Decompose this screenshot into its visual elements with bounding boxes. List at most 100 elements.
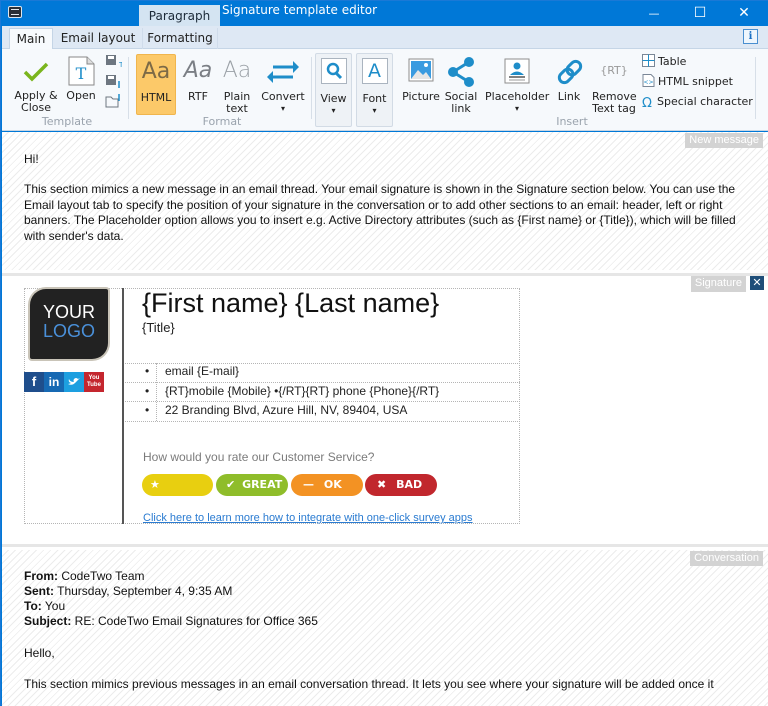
- chevron-down-icon: ▾: [280, 104, 285, 113]
- conversation-from: From: CodeTwo Team: [24, 569, 145, 583]
- chevron-down-icon: ▾: [514, 104, 519, 113]
- tab-main[interactable]: Main: [9, 28, 53, 50]
- conversation-section: Conversation From: CodeTwo Team Sent: Th…: [2, 550, 768, 706]
- close-icon: ✕: [738, 5, 750, 21]
- window-title: Signature template editor: [222, 3, 378, 17]
- contact-row: • email {E-mail}: [145, 364, 240, 378]
- conversation-sent: Sent: Thursday, September 4, 9:35 AM: [24, 584, 233, 598]
- close-button[interactable]: ✕: [721, 1, 767, 26]
- youtube-icon[interactable]: You Tube: [84, 372, 104, 392]
- checkmark-icon: [20, 55, 52, 87]
- picture-icon: [405, 56, 437, 88]
- group-label-template: Template: [41, 115, 93, 128]
- chevron-down-icon: ▾: [372, 106, 377, 115]
- x-icon: ✖: [377, 478, 387, 491]
- social-link-button[interactable]: Social link: [443, 56, 479, 115]
- rating-bad-button[interactable]: ✖ BAD: [365, 474, 437, 496]
- maximize-icon: ☐: [693, 5, 707, 21]
- dash-icon: —: [303, 478, 314, 491]
- section-tag-signature: Signature: [690, 276, 746, 292]
- svg-text:T: T: [76, 64, 87, 83]
- separator: [311, 57, 312, 119]
- section-tag-conversation: Conversation: [690, 551, 763, 566]
- share-icon: [445, 56, 477, 88]
- svg-text:T: T: [118, 61, 122, 69]
- minimize-icon: —: [648, 7, 660, 20]
- view-dropdown[interactable]: View ▾: [315, 53, 352, 127]
- separator: [755, 57, 756, 119]
- rating-superb-button[interactable]: ★ SUPERB: [142, 474, 213, 513]
- ribbon: Apply & Close T Open T Template Aa HTML …: [2, 49, 768, 131]
- editor-window: Paragraph Signature template editor — ☐ …: [0, 0, 768, 706]
- survey-apps-link[interactable]: Click here to learn more how to integrat…: [143, 512, 473, 524]
- conversation-greeting: Hello,: [24, 646, 55, 660]
- tab-email-layout[interactable]: Email layout: [59, 28, 137, 50]
- convert-dropdown[interactable]: Convert ▾: [260, 56, 306, 115]
- facebook-icon[interactable]: f: [24, 372, 44, 392]
- contact-row: • {RT}mobile {Mobile} •{/RT}{RT} phone {…: [145, 384, 440, 398]
- font-letter-icon: A: [361, 58, 388, 84]
- group-label-format: Format: [202, 115, 242, 128]
- signature-name: {First name} {Last name}: [142, 288, 440, 318]
- maximize-button[interactable]: ☐: [677, 1, 723, 26]
- placeholder-dropdown[interactable]: Placeholder ▾: [485, 56, 549, 115]
- picture-button[interactable]: Picture: [401, 56, 441, 103]
- title-bar: Paragraph Signature template editor — ☐ …: [1, 1, 768, 26]
- signature-close-button[interactable]: ✕: [750, 276, 764, 290]
- html-snippet-icon: <>: [642, 74, 655, 87]
- conversation-to: To: You: [24, 599, 66, 613]
- template-file-icon: T: [65, 55, 97, 87]
- export-folder-icon: [105, 94, 120, 108]
- email-preview: New message Hi! This section mimics a ne…: [2, 132, 768, 706]
- group-label-insert: Insert: [556, 115, 588, 128]
- close-icon: ✕: [752, 276, 762, 289]
- conversation-body: This section mimics previous messages in…: [24, 677, 714, 691]
- format-plain-text-button[interactable]: Aa Plain text: [218, 56, 256, 115]
- rt-tag-icon: {RT}: [600, 64, 628, 77]
- contact-row: • 22 Branding Blvd, Azure Hill, NV, 8940…: [145, 403, 408, 417]
- special-character-button[interactable]: Ω Special character: [642, 93, 753, 111]
- conversation-subject: Subject: RE: CodeTwo Email Signatures fo…: [24, 614, 318, 628]
- rating-great-button[interactable]: ✔ GREAT: [216, 474, 288, 496]
- twitter-icon[interactable]: [64, 372, 84, 392]
- info-button[interactable]: i: [743, 29, 758, 44]
- format-rtf-button[interactable]: Aa RTF: [180, 56, 216, 103]
- rating-ok-button[interactable]: — OK: [291, 474, 363, 496]
- format-html-button[interactable]: Aa HTML: [136, 54, 176, 115]
- apply-close-button[interactable]: Apply & Close: [12, 55, 60, 114]
- ribbon-tab-bar: Main Email layout Formatting i: [2, 26, 768, 50]
- save-down-icon: [106, 75, 120, 88]
- new-message-body: This section mimics a new message in an …: [24, 182, 736, 243]
- font-dropdown[interactable]: A Font ▾: [356, 53, 393, 127]
- save-template-icon: T: [106, 55, 124, 69]
- html-format-icon: Aa: [141, 59, 171, 84]
- row-divider: [125, 421, 520, 422]
- html-snippet-button[interactable]: <> HTML snippet: [642, 73, 733, 91]
- svg-text:<>: <>: [643, 79, 653, 86]
- signature-divider: [122, 288, 124, 524]
- open-button[interactable]: T Open: [64, 55, 98, 102]
- star-icon: ★: [150, 478, 160, 491]
- signature-title: {Title}: [142, 320, 175, 335]
- separator: [128, 57, 129, 119]
- plain-text-format-icon: Aa: [222, 58, 252, 83]
- tab-formatting[interactable]: Formatting: [142, 28, 218, 50]
- link-button[interactable]: Link: [554, 56, 584, 103]
- remove-text-tag-button[interactable]: {RT} Remove Text tag: [592, 56, 637, 115]
- omega-icon: Ω: [642, 96, 652, 111]
- chevron-down-icon: ▾: [331, 106, 336, 115]
- linkedin-icon[interactable]: in: [44, 372, 64, 392]
- check-icon: ✔: [226, 478, 236, 491]
- app-icon: [8, 6, 22, 18]
- rating-question: How would you rate our Customer Service?: [143, 450, 375, 464]
- minimize-button[interactable]: —: [631, 1, 677, 26]
- tab-paragraph[interactable]: Paragraph: [139, 5, 220, 26]
- rtf-format-icon: Aa: [183, 58, 213, 83]
- table-button[interactable]: Table: [642, 53, 686, 71]
- magnifier-icon: [320, 58, 347, 84]
- company-logo: YOUR LOGO: [30, 289, 108, 359]
- placeholder-person-icon: [501, 56, 533, 88]
- template-small-buttons: T: [104, 53, 124, 117]
- convert-arrows-icon: [267, 56, 299, 88]
- new-message-greeting: Hi!: [24, 152, 39, 166]
